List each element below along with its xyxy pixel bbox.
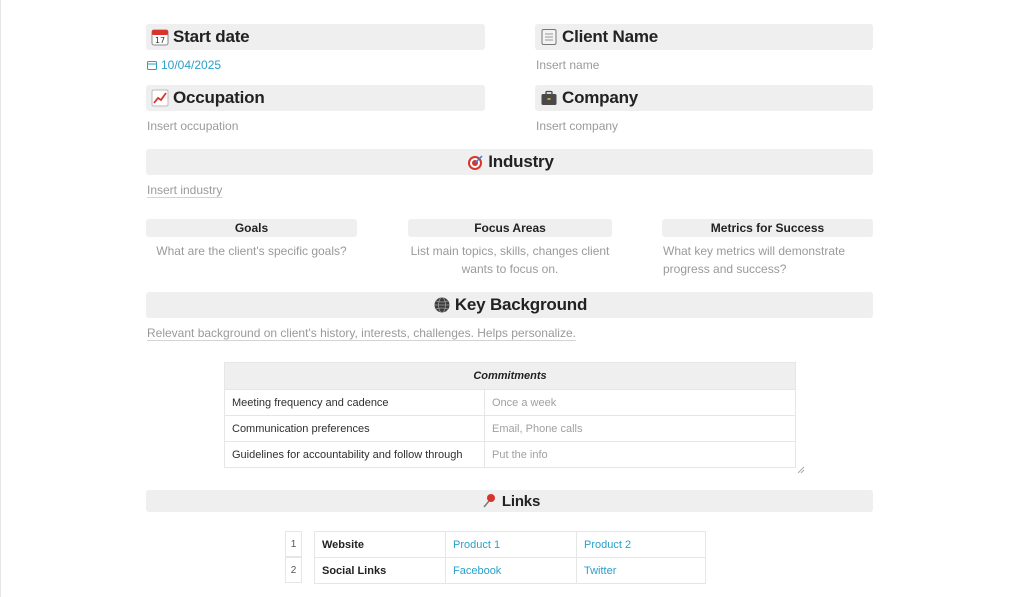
- row-number: 2: [285, 557, 302, 583]
- link-label[interactable]: Social Links: [314, 557, 446, 584]
- links-header: Links: [146, 490, 873, 512]
- links-title: Links: [501, 492, 541, 510]
- table-resize-handle-icon[interactable]: [797, 466, 805, 474]
- table-row: Guidelines for accountability and follow…: [224, 441, 796, 468]
- metrics-text[interactable]: What key metrics will demonstrate progre…: [663, 242, 863, 278]
- goals-text[interactable]: What are the client's specific goals?: [146, 242, 357, 260]
- target-icon: [465, 152, 485, 172]
- page-left-border: [0, 0, 1, 597]
- industry-title: Industry: [488, 152, 554, 171]
- industry-header: Industry: [146, 149, 873, 175]
- table-row: Website Product 1 Product 2: [314, 531, 706, 558]
- briefcase-icon: [539, 88, 559, 108]
- date-small-icon: [147, 61, 157, 70]
- start-date-text: 10/04/2025: [161, 58, 222, 72]
- link-cell[interactable]: Twitter: [576, 557, 706, 584]
- link-label[interactable]: Website: [314, 531, 446, 558]
- table-cell-value[interactable]: Email, Phone calls: [484, 415, 796, 442]
- link-cell[interactable]: Facebook: [445, 557, 577, 584]
- table-cell-key[interactable]: Communication preferences: [224, 415, 485, 442]
- table-row: Social Links Facebook Twitter: [314, 557, 706, 584]
- client-name-header: Client Name: [535, 24, 873, 50]
- start-date-value[interactable]: 10/04/2025: [147, 58, 221, 72]
- table-cell-key[interactable]: Guidelines for accountability and follow…: [224, 441, 485, 468]
- client-name-title: Client Name: [562, 27, 659, 46]
- key-background-title: Key Background: [454, 295, 588, 314]
- occupation-header: Occupation: [146, 85, 485, 111]
- table-cell-value[interactable]: Put the info: [484, 441, 796, 468]
- start-date-title: Start date: [173, 27, 250, 46]
- commitments-header: Commitments: [224, 362, 796, 390]
- notepad-icon: [539, 27, 559, 47]
- key-background-text[interactable]: Relevant background on client's history,…: [147, 326, 576, 340]
- calendar-icon: 17: [150, 27, 170, 47]
- focus-areas-header: Focus Areas: [408, 219, 612, 237]
- link-cell[interactable]: Product 1: [445, 531, 577, 558]
- metrics-header: Metrics for Success: [662, 219, 873, 237]
- company-header: Company: [535, 85, 873, 111]
- company-title: Company: [562, 88, 639, 107]
- table-row: Meeting frequency and cadence Once a wee…: [224, 389, 796, 416]
- occupation-input[interactable]: Insert occupation: [147, 119, 238, 133]
- focus-areas-text[interactable]: List main topics, skills, changes client…: [403, 242, 617, 278]
- client-name-input[interactable]: Insert name: [536, 58, 599, 72]
- globe-icon: [432, 295, 452, 315]
- commitments-table: Commitments Meeting frequency and cadenc…: [224, 362, 796, 468]
- table-row: Communication preferences Email, Phone c…: [224, 415, 796, 442]
- occupation-title: Occupation: [173, 88, 265, 107]
- industry-input[interactable]: Insert industry: [147, 183, 222, 197]
- commitments-header-row: Commitments: [224, 362, 796, 390]
- links-table: Website Product 1 Product 2 Social Links…: [314, 531, 706, 584]
- svg-text:17: 17: [155, 36, 165, 45]
- table-cell-value[interactable]: Once a week: [484, 389, 796, 416]
- goals-header: Goals: [146, 219, 357, 237]
- company-input[interactable]: Insert company: [536, 119, 618, 133]
- row-number: 1: [285, 531, 302, 557]
- pushpin-icon: [479, 491, 499, 511]
- table-cell-key[interactable]: Meeting frequency and cadence: [224, 389, 485, 416]
- link-cell[interactable]: Product 2: [576, 531, 706, 558]
- key-background-header: Key Background: [146, 292, 873, 318]
- chart-increasing-icon: [150, 88, 170, 108]
- start-date-header: 17 Start date: [146, 24, 485, 50]
